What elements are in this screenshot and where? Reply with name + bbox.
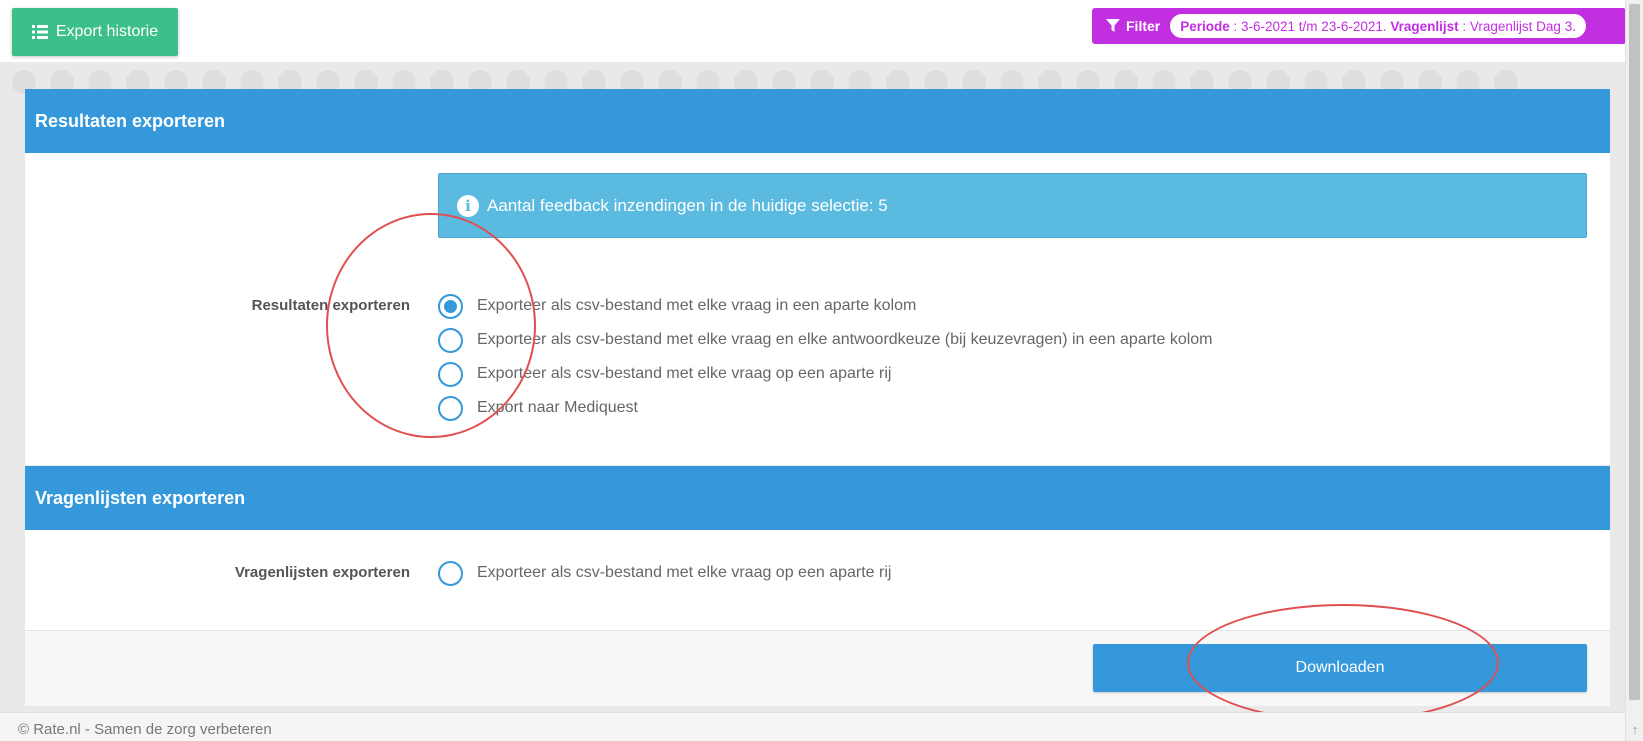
export-history-label: Export historie [55,23,159,40]
questionnaires-export-panel: Vragenlijsten exporteren Vragenlijsten e… [25,466,1610,706]
radio-label: Exporteer als csv-bestand met elke vraag… [477,297,917,314]
filter-period-value: : 3-6-2021 t/m 23-6-2021. [1229,18,1391,34]
results-panel-title: Resultaten exporteren [25,89,1610,153]
footer-text: © Rate.nl - Samen de zorg verbeteren [18,721,272,738]
scrollbar-thumb[interactable] [1629,4,1640,700]
list-icon [31,25,48,39]
results-export-panel: Resultaten exporteren i Aantal feedback … [25,89,1610,465]
page-footer: © Rate.nl - Samen de zorg verbeteren [0,712,1625,741]
info-icon: i [457,194,479,217]
filter-label: Filter [1126,18,1161,34]
filter-summary: Periode : 3-6-2021 t/m 23-6-2021. Vragen… [1170,14,1586,38]
radio-button[interactable] [438,395,463,421]
radio-option-questionnaire-csv-row[interactable]: Exporteer als csv-bestand met elke vraag… [438,559,891,587]
radio-label: Exporteer als csv-bestand met elke vraag… [477,365,892,382]
radio-option-csv-column[interactable]: Exporteer als csv-bestand met elke vraag… [438,292,916,320]
scroll-to-top-icon[interactable]: ↑ [1627,722,1643,738]
radio-button[interactable] [438,560,463,586]
results-form-label: Resultaten exporteren [251,297,410,314]
info-alert: i Aantal feedback inzendingen in de huid… [438,173,1587,238]
filter-icon [1106,19,1120,32]
filter-button[interactable]: Filter Periode : 3-6-2021 t/m 23-6-2021.… [1092,8,1626,44]
radio-label: Exporteer als csv-bestand met elke vraag… [477,564,892,581]
radio-label: Exporteer als csv-bestand met elke vraag… [477,331,1213,348]
radio-option-csv-row[interactable]: Exporteer als csv-bestand met elke vraag… [438,360,891,388]
vertical-scrollbar[interactable]: ↑ [1625,0,1643,741]
info-text: Aantal feedback inzendingen in de huidig… [487,195,888,215]
filter-questionnaire-key: Vragenlijst [1390,18,1459,34]
radio-option-csv-answer-column[interactable]: Exporteer als csv-bestand met elke vraag… [438,326,1213,354]
radio-label: Export naar Mediquest [477,399,638,416]
export-history-button[interactable]: Export historie [12,8,178,56]
radio-button[interactable] [438,293,463,319]
filter-questionnaire-value: : Vragenlijst Dag 3. [1458,18,1576,34]
filter-period-key: Periode [1180,18,1230,34]
panel-footer: Downloaden [25,630,1610,706]
radio-option-mediquest[interactable]: Export naar Mediquest [438,394,638,422]
questionnaires-panel-title: Vragenlijsten exporteren [25,466,1610,530]
top-bar: Export historie Filter Periode : 3-6-202… [0,0,1643,62]
radio-button[interactable] [438,361,463,387]
download-button[interactable]: Downloaden [1093,644,1587,692]
radio-button[interactable] [438,327,463,353]
questionnaires-form-label: Vragenlijsten exporteren [234,564,410,581]
